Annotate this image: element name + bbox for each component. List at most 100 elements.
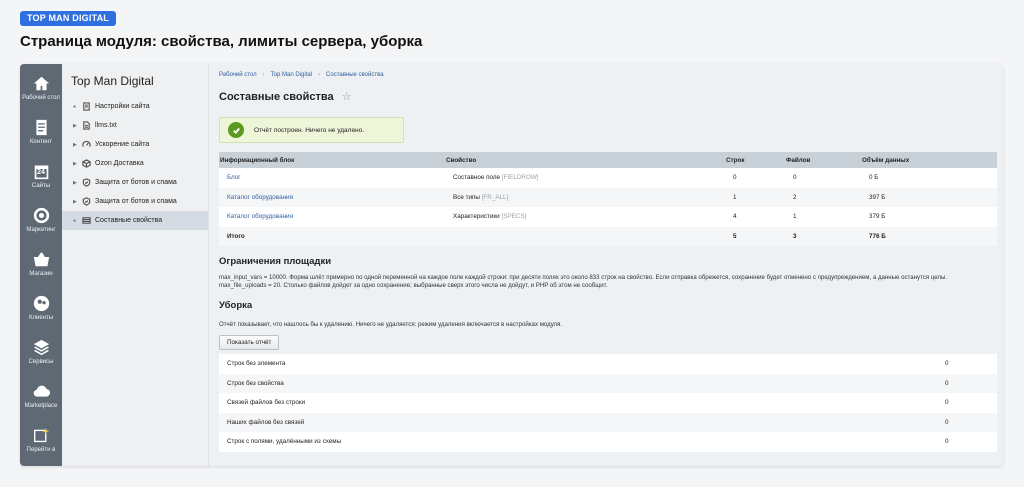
cleanup-label: Строк с полями, удалёнными из схемы [219,432,937,452]
limits-heading: Ограничения площадки [219,256,332,267]
basket-icon [31,249,51,269]
show-report-button[interactable]: Показать отчёт [219,335,280,350]
cleanup-label: Наших файлов без связей [219,412,937,432]
column-header[interactable]: Файлов [785,152,861,168]
tree-item-speedup[interactable]: ▶ Ускорение сайта [62,135,208,154]
rail-item-marketing[interactable]: Маркетинг [20,202,62,246]
rail-item-clients[interactable]: Клиенты [20,290,62,334]
rows-cell: 1 [725,187,785,207]
table-row: Связей файлов без строки 0 [219,393,997,413]
rail-label: Сервисы [28,359,54,365]
tree-item-ozon[interactable]: ▶ Ozon Доставка [62,154,208,173]
property-cell: Все типы [FR_ALL] [445,187,725,207]
admin-window: Рабочий стол Контент 24 Сайты Маркетинг [20,64,1003,466]
cleanup-label: Строк без элемента [219,354,937,374]
files-cell: 0 [785,168,861,188]
tree-item-antispam-2[interactable]: ▶ Защита от ботов и спама [62,192,208,211]
limits-line: max_file_uploads = 20. Столько файлов до… [219,282,608,289]
rail-item-marketplace[interactable]: Marketplace [20,378,62,422]
tree-item-composite-props[interactable]: ● Составные свойства [62,211,208,230]
tree-item-label: Ozon Доставка [95,160,144,167]
breadcrumb-separator: › [318,72,321,78]
property-cell: Характеристики [SPECS] [445,207,725,227]
page-heading: Страница модуля: свойства, лимиты сервер… [20,33,423,50]
size-cell: 379 Б [861,207,997,227]
expand-arrow-icon: ▶ [73,160,77,167]
tree-item-label: Настройки сайта [95,103,150,110]
property-name: Составное поле [453,174,501,182]
tree-item-llms[interactable]: ▶ llms.txt [62,116,208,135]
calendar-day: 24 [37,169,45,176]
module-tree: Top Man Digital ● Настройки сайта ▶ llms… [62,64,209,466]
shield-icon [81,197,91,207]
rail-item-goto[interactable]: Перейти в [20,422,62,466]
cleanup-table: Строк без элемента 0 Строк без свойства … [219,354,997,452]
tree-item-site-settings[interactable]: ● Настройки сайта [62,97,208,116]
iblock-link[interactable]: Каталог оборудования [219,207,445,227]
breadcrumb-link[interactable]: Составные свойства [326,72,384,78]
column-header[interactable]: Объём данных [861,152,997,168]
page-title: Составные свойства [219,90,334,103]
expand-arrow-icon: ▶ [73,179,77,186]
cloud-icon [31,381,51,401]
cleanup-value: 0 [937,354,997,374]
rail-label: Магазин [29,271,53,277]
layers-icon [31,337,51,357]
property-code: [FR_ALL] [481,193,509,201]
tree-item-label: llms.txt [95,122,117,129]
breadcrumb-separator: › [262,72,265,78]
property-name: Характеристики [453,213,500,221]
calendar-icon: 24 [31,161,51,181]
tree-title: Top Man Digital [71,74,154,88]
tree-item-label: Составные свойства [95,217,163,224]
document-icon [31,117,51,137]
cleanup-label: Связей файлов без строки [219,393,937,413]
size-cell: 397 Б [861,187,997,207]
column-header[interactable]: Свойство [445,152,725,168]
sparkle-icon [31,425,51,445]
breadcrumb-link[interactable]: Top Man Digital [271,72,312,78]
cleanup-label: Строк без свойства [219,373,937,393]
notice-text: Отчёт построен. Ничего не удалено. [254,126,365,134]
rail-item-sites[interactable]: 24 Сайты [20,158,62,202]
rail-label: Перейти в [26,447,56,453]
rail-label: Сайты [31,183,51,189]
rail-label: Контент [29,139,53,145]
total-label: Итого [219,226,445,246]
cleanup-text: Отчёт показывает, что нашлось бы к удале… [219,321,563,328]
checkmark-icon [228,122,244,138]
rail-item-services[interactable]: Сервисы [20,334,62,378]
rail-label: Marketplace [24,403,58,409]
iblock-link[interactable]: Каталог оборудования [219,187,445,207]
expand-arrow-icon: ▶ [73,122,77,129]
tree-item-label: Защита от ботов и спама [95,198,177,205]
rows-cell: 0 [725,168,785,188]
property-code: [FIELDROW] [501,174,539,182]
properties-table: Информационный блок Свойство Строк Файло… [219,152,997,246]
rail-item-shop[interactable]: Магазин [20,246,62,290]
favorite-star-icon[interactable]: ☆ [342,90,352,103]
table-row: Строк с полями, удалёнными из схемы 0 [219,432,997,452]
tree-item-antispam-1[interactable]: ▶ Защита от ботов и спама [62,173,208,192]
column-header[interactable]: Строк [725,152,785,168]
page-title-row: Составные свойства ☆ [219,90,997,104]
total-files: 3 [785,226,861,246]
table-total-row: Итого 5 3 776 Б [219,226,997,246]
rail-label: Рабочий стол [22,95,60,101]
column-header[interactable]: Информационный блок [219,152,445,168]
total-size: 776 Б [861,226,997,246]
property-cell: Составное поле [FIELDROW] [445,168,725,188]
rail-item-desktop[interactable]: Рабочий стол [20,70,62,114]
iblock-link[interactable]: Блог [219,168,445,188]
breadcrumb: Рабочий стол › Top Man Digital › Составн… [219,72,997,78]
table-row: Наших файлов без связей 0 [219,412,997,432]
breadcrumb-link[interactable]: Рабочий стол [219,72,257,78]
property-name: Все типы [453,193,480,201]
rail-item-content[interactable]: Контент [20,114,62,158]
files-cell: 1 [785,207,861,227]
cleanup-value: 0 [937,373,997,393]
table-row: Строк без элемента 0 [219,354,997,374]
cleanup-value: 0 [937,393,997,413]
table-header-row: Информационный блок Свойство Строк Файло… [219,152,997,168]
main-content: Рабочий стол › Top Man Digital › Составн… [209,64,1003,466]
